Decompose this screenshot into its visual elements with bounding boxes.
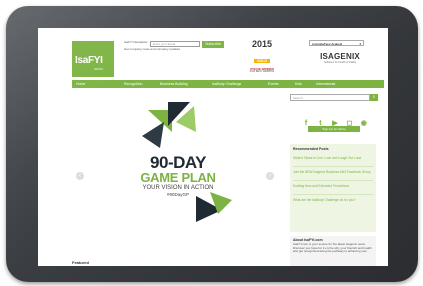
logo-text: IsaFYI (75, 55, 103, 66)
nav-item-home[interactable]: Home (76, 80, 85, 88)
recommended-item[interactable]: Exciting New and Extended Promotions (293, 184, 373, 188)
tablet-frame: IsaFYI NEWS IsaFYI Newsletter Get compan… (6, 6, 418, 282)
divider (293, 194, 373, 195)
newsletter-title: IsaFYI Newsletter (124, 40, 148, 44)
slider-prev-arrow[interactable]: ‹ (76, 172, 84, 180)
stevie-award-badge: 2015 GOLD STEVIE WINNER FOR BEST WEBSITE (239, 39, 285, 73)
nav-item-events[interactable]: Events (268, 80, 279, 88)
featured-title: Featured (72, 260, 89, 265)
about-box: About IsaFYI.com IsaFYI.com is your sour… (290, 236, 376, 266)
nav-item-business-building[interactable]: Business Building (160, 80, 188, 88)
main-nav: Home Recognition Business Building IsaBo… (72, 80, 384, 88)
region-select[interactable]: Australia/New Zealand ▾ (309, 40, 364, 46)
isagenix-logo[interactable]: ISAGENIX Solutions for Health & Vitality (315, 52, 365, 64)
award-level: GOLD (253, 59, 271, 63)
subscribe-button[interactable]: Subscribe (202, 41, 224, 48)
site-logo[interactable]: IsaFYI NEWS (72, 41, 114, 77)
about-text: IsaFYI.com is your source for the latest… (293, 242, 372, 254)
nav-item-recognition[interactable]: Recognition (124, 80, 142, 88)
region-selected: Australia/New Zealand (312, 42, 343, 46)
logo-sub: NEWS (94, 67, 103, 71)
chevron-down-icon: ▾ (359, 42, 361, 46)
hero-dark-triangle-2 (142, 122, 164, 148)
hero-hashtag: #90DayGP (166, 192, 189, 197)
email-field[interactable]: Enter your Email (150, 41, 200, 47)
hero-line1: 90-DAY (150, 153, 206, 172)
recommended-item[interactable]: What are the IsaBody Challenge do for yo… (293, 198, 373, 202)
signup-alerts-button[interactable]: Sign Up for Alerts (308, 126, 360, 132)
recommended-item[interactable]: What It Takes to Live, Love and Laugh Ou… (293, 156, 373, 160)
newsletter-subtitle: Get company news and company updates (124, 47, 181, 51)
nav-item-isabody-challenge[interactable]: IsaBody Challenge (212, 80, 241, 88)
main-content: ‹ › 90-DAY GAME PLAN YOUR VISION IN ACTI… (72, 88, 384, 266)
tablet-screen: IsaFYI NEWS IsaFYI Newsletter Get compan… (38, 28, 388, 266)
nav-item-kids[interactable]: Kids (295, 80, 302, 88)
brand-name: ISAGENIX (320, 52, 360, 61)
nav-item-international[interactable]: International (316, 80, 335, 88)
slider-next-arrow[interactable]: › (266, 172, 274, 180)
search-input[interactable]: Search (290, 94, 370, 101)
hero-line2: GAME PLAN (140, 170, 216, 185)
recommended-posts: Recommended Posts What It Takes to Live,… (290, 144, 376, 232)
hero-slider[interactable]: ‹ › 90-DAY GAME PLAN YOUR VISION IN ACTI… (72, 92, 284, 252)
divider (293, 180, 373, 181)
brand-tagline: Solutions for Health & Vitality (323, 61, 357, 64)
hero-line3: YOUR VISION IN ACTION (142, 185, 214, 191)
search-icon[interactable]: ⌕ (370, 94, 378, 101)
award-sub: FOR BEST WEBSITE (249, 70, 275, 73)
rss-icon[interactable]: ◉ (360, 120, 368, 128)
divider (293, 166, 373, 167)
recommended-item[interactable]: Join the NEW Isagenix Business ANZ Faceb… (293, 170, 373, 174)
award-year: 2015 (251, 39, 273, 49)
recommended-title: Recommended Posts (293, 147, 329, 151)
